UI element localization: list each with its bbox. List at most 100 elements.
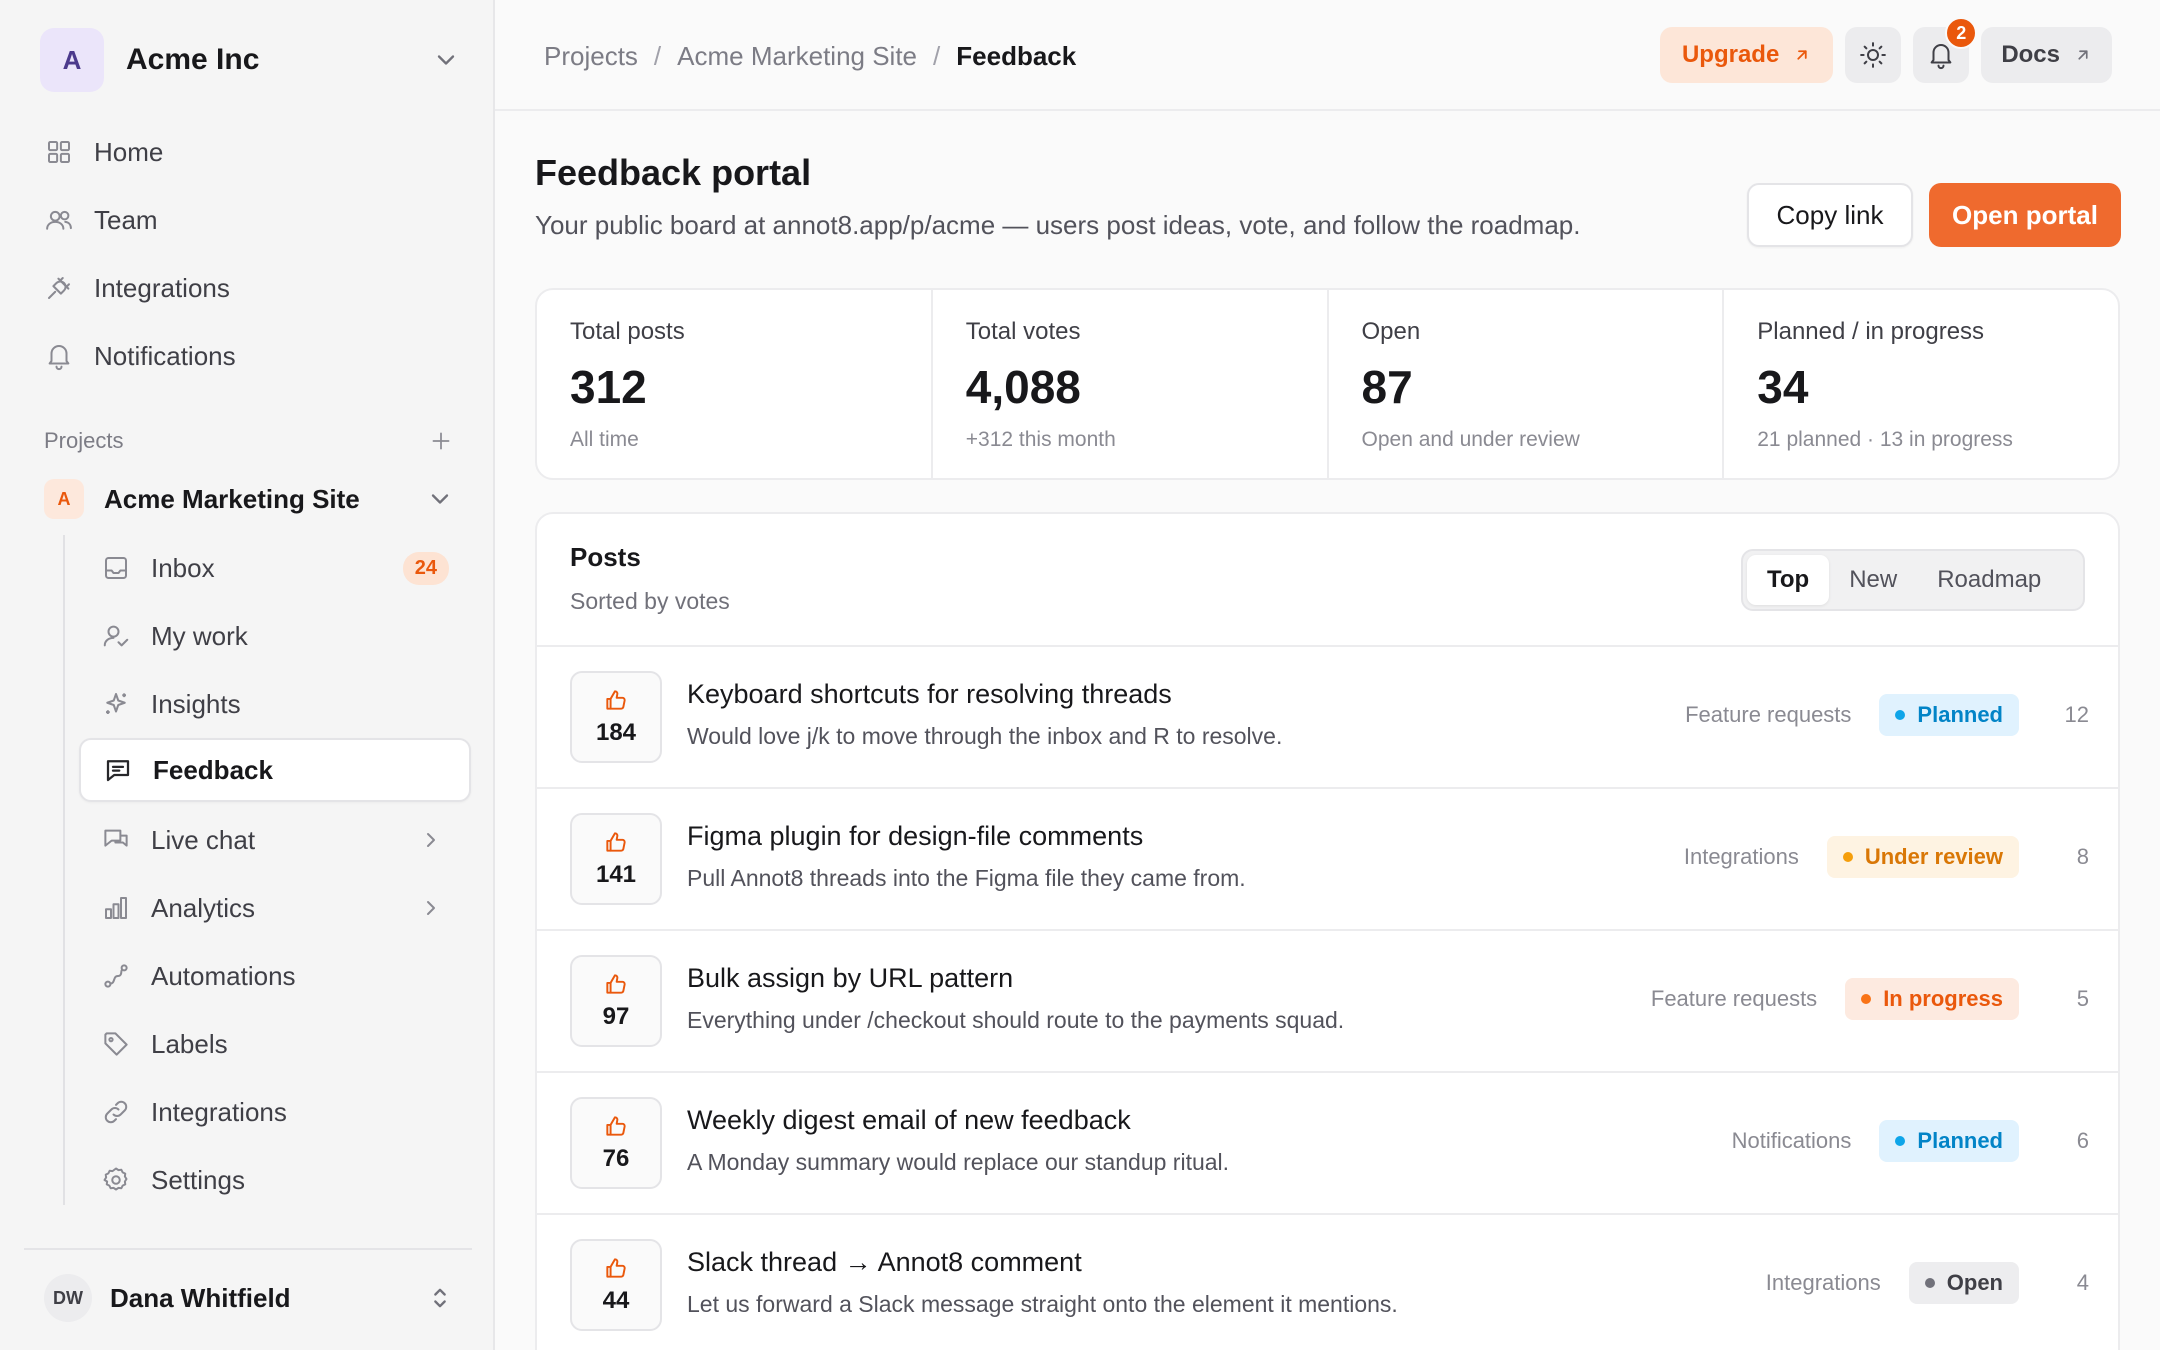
bell-icon — [48, 345, 70, 371]
project-name: Acme Marketing Site — [104, 483, 360, 514]
sidebar-item-analytics[interactable]: Analytics — [79, 876, 471, 940]
post-description: Pull Annot8 threads into the Figma file … — [687, 865, 1246, 891]
stat-label: Total votes — [965, 318, 1081, 345]
sparkles-icon — [106, 693, 126, 714]
stat-label: Total posts — [570, 318, 685, 345]
status-label: Open — [1946, 1270, 2003, 1295]
post-meta: Integrations Under review 8 — [1684, 835, 2089, 879]
table-row[interactable]: 141 Figma plugin for design-file comment… — [537, 789, 2118, 931]
status-badge: In progress — [1845, 978, 2019, 1020]
chevron-up-down-icon — [434, 1288, 446, 1308]
sidebar-item-label: Settings — [151, 1164, 245, 1195]
upvote-button[interactable]: 184 — [570, 671, 662, 763]
user-menu[interactable]: DW Dana Whitfield — [44, 1270, 454, 1326]
arrow-up-right-icon — [2078, 50, 2088, 60]
thumbs-up-icon — [606, 832, 626, 852]
arrow-up-right-icon — [1797, 50, 1807, 60]
stat-total-posts: Total posts 312 All time — [537, 290, 933, 478]
post-title[interactable]: Slack thread → Annot8 comment — [687, 1247, 1082, 1278]
nav-item-team[interactable]: Team — [44, 193, 464, 247]
breadcrumb-current: Feedback — [956, 40, 1077, 71]
stat-total-votes: Total votes 4,088 +312 this month — [933, 290, 1329, 478]
table-row[interactable]: 76 Weekly digest email of new feedback A… — [537, 1073, 2118, 1215]
comment-count: 5 — [2076, 986, 2089, 1011]
nav-item-notifications[interactable]: Notifications — [44, 329, 464, 383]
breadcrumb-separator: / — [933, 40, 941, 71]
table-row[interactable]: 184 Keyboard shortcuts for resolving thr… — [537, 647, 2118, 789]
upvote-button[interactable]: 76 — [570, 1097, 662, 1189]
upvote-button[interactable]: 44 — [570, 1239, 662, 1331]
copy-link-button[interactable]: Copy link — [1747, 183, 1913, 247]
sidebar-item-settings[interactable]: Settings — [79, 1148, 471, 1212]
posts-header: Posts Sorted by votes Top New Roadmap — [537, 514, 2118, 647]
sidebar-item-inbox[interactable]: Inbox 24 — [79, 536, 471, 600]
upgrade-button[interactable]: Upgrade — [1659, 27, 1834, 83]
stat-value: 312 — [570, 361, 647, 413]
nav-item-label: Integrations — [94, 272, 230, 303]
inbox-icon — [105, 557, 127, 579]
upgrade-label: Upgrade — [1681, 41, 1780, 68]
tab-top[interactable]: Top — [1747, 555, 1830, 605]
post-title[interactable]: Keyboard shortcuts for resolving threads — [687, 679, 1172, 710]
comment-count: 8 — [2076, 844, 2089, 869]
status-badge: Under review — [1826, 836, 2019, 878]
post-title[interactable]: Figma plugin for design-file comments — [687, 821, 1143, 852]
posts-subtitle: Sorted by votes — [570, 588, 730, 614]
thumbs-up-icon — [606, 1116, 626, 1136]
chat-icon — [104, 829, 128, 847]
sidebar-item-label: Labels — [151, 1028, 228, 1059]
post-title[interactable]: Weekly digest email of new feedback — [687, 1105, 1131, 1136]
upvote-button[interactable]: 141 — [570, 813, 662, 905]
org-switcher[interactable]: A Acme Inc — [40, 28, 460, 92]
sidebar-item-my-work[interactable]: My work — [79, 604, 471, 668]
nav-item-integrations[interactable]: Integrations — [44, 261, 464, 315]
plus-icon[interactable] — [428, 428, 454, 454]
sidebar-item-automations[interactable]: Automations — [79, 944, 471, 1008]
tab-new[interactable]: New — [1829, 555, 1917, 605]
chevron-right-icon — [427, 901, 435, 915]
breadcrumb-project[interactable]: Acme Marketing Site — [677, 41, 917, 72]
sidebar-item-insights[interactable]: Insights — [79, 672, 471, 736]
post-meta: Feature requests In progress 5 — [1651, 977, 2089, 1021]
sidebar-item-live-chat[interactable]: Live chat — [79, 808, 471, 872]
table-row[interactable]: 97 Bulk assign by URL pattern Everything… — [537, 931, 2118, 1073]
org-avatar: A — [40, 28, 104, 92]
posts-card: Posts Sorted by votes Top New Roadmap 18… — [535, 512, 2120, 1350]
nav-item-label: Notifications — [94, 340, 236, 371]
bar-chart-icon — [105, 897, 127, 919]
post-title[interactable]: Bulk assign by URL pattern — [687, 963, 1013, 994]
breadcrumb-projects[interactable]: Projects — [544, 41, 638, 72]
sidebar: A Acme Inc Home Team Integrations Notifi… — [0, 0, 495, 1350]
posts-title: Posts — [570, 542, 641, 572]
post-category: Feature requests — [1685, 702, 1852, 727]
org-name: Acme Inc — [126, 43, 260, 76]
theme-toggle-button[interactable] — [1845, 27, 1902, 83]
nav-item-home[interactable]: Home — [44, 125, 464, 179]
comment-count: 6 — [2076, 1128, 2089, 1153]
upvote-button[interactable]: 97 — [570, 955, 662, 1047]
status-label: Under review — [1864, 844, 2003, 869]
chevron-down-icon — [431, 494, 449, 504]
notifications-button[interactable]: 2 — [1913, 17, 1978, 83]
sidebar-item-label: Live chat — [151, 824, 256, 855]
sidebar-item-feedback[interactable]: Feedback — [79, 738, 471, 802]
tag-icon — [104, 1032, 128, 1056]
gear-icon — [103, 1167, 128, 1191]
sidebar-item-label: Analytics — [151, 892, 256, 923]
open-portal-button[interactable]: Open portal — [1929, 183, 2121, 247]
sidebar-item-labels[interactable]: Labels — [79, 1012, 471, 1076]
stat-value: 4,088 — [965, 361, 1081, 413]
docs-button[interactable]: Docs — [1981, 27, 2112, 83]
tab-roadmap[interactable]: Roadmap — [1917, 555, 2061, 605]
sidebar-item-integrations[interactable]: Integrations — [79, 1080, 471, 1144]
users-icon — [46, 210, 72, 230]
avatar: DW — [44, 1274, 92, 1322]
breadcrumb: Projects / Acme Marketing Site / Feedbac… — [544, 36, 1076, 76]
table-row[interactable]: 44 Slack thread → Annot8 comment Let us … — [537, 1215, 2118, 1350]
stat-label: Planned / in progress — [1757, 318, 1985, 345]
status-dot — [1895, 1136, 1906, 1146]
stat-note: All time — [570, 428, 639, 451]
grid-icon — [48, 141, 70, 163]
post-category: Feature requests — [1650, 986, 1818, 1011]
project-switcher[interactable]: A Acme Marketing Site — [44, 472, 454, 526]
